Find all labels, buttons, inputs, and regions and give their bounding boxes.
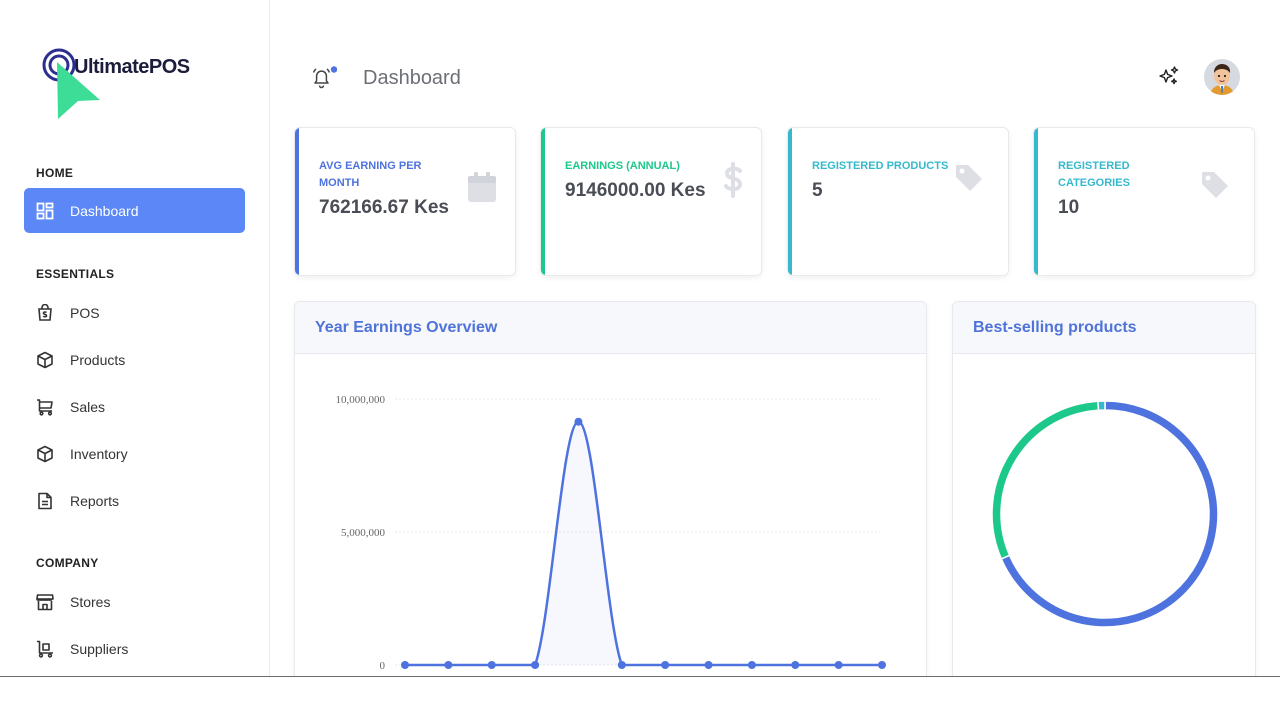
y-tick-label: 5,000,000 [341,527,386,539]
sidebar: UltimatePOS HOME Dashboard ESSENTIALS PO… [0,0,270,676]
sidebar-item-label: Reports [70,492,120,509]
series-line [405,420,882,667]
data-point[interactable] [704,661,713,669]
sidebar-item-reports[interactable]: Reports [24,478,245,523]
document-icon [36,492,54,510]
stat-value: 9146000.00 Kes [565,180,706,201]
panel-header: Best-selling products [953,302,1255,354]
area-fill [405,421,882,665]
best-selling-donut-chart [991,400,1219,628]
panel-header: Year Earnings Overview [295,302,926,354]
data-point[interactable] [487,661,496,669]
box-icon [36,351,54,369]
data-point[interactable] [834,661,843,669]
stat-card-registered-products: REGISTERED PRODUCTS 5 [787,127,1009,276]
data-point[interactable] [791,661,800,669]
data-point[interactable] [444,661,453,669]
data-point[interactable] [878,661,886,669]
stat-value: 5 [812,180,823,201]
stat-label: EARNINGS (ANNUAL) [565,160,680,172]
data-point[interactable] [401,661,409,669]
brand-name: UltimatePOS [74,56,190,78]
donut-slice[interactable] [1097,400,1106,412]
y-tick-label: 10,000,000 [336,394,386,406]
data-point[interactable] [661,661,670,669]
panel-title: Year Earnings Overview [315,318,498,336]
notification-bell-icon[interactable] [311,66,338,90]
sidebar-item-label: Suppliers [70,640,129,657]
window-bottom-edge [0,676,1280,677]
sidebar-item-suppliers[interactable]: Suppliers [24,626,245,671]
sidebar-item-label: Inventory [70,445,128,462]
stat-label: REGISTERED PRODUCTS [812,160,949,172]
sidebar-item-inventory[interactable]: Inventory [24,431,245,476]
sidebar-item-products[interactable]: Products [24,337,245,382]
pos-bag-icon [36,303,54,322]
y-tick-label: 0 [380,660,386,672]
stat-card-registered-categories: REGISTERED CATEGORIES 10 [1033,127,1255,276]
earnings-overview-panel: Year Earnings Overview 0 5,000,000 10,000,… [294,301,927,676]
section-company-heading: COMPANY [36,556,99,570]
stat-value: 10 [1058,197,1080,218]
donut-slice[interactable] [991,400,1100,560]
sidebar-item-label: Sales [70,398,106,415]
stat-card-avg-earning: AVG EARNING PER MONTH 762166.67 Kes [294,127,516,276]
best-selling-panel: Best-selling products [952,301,1256,676]
stat-value: 762166.67 Kes [319,197,449,218]
dashboard-icon [36,202,54,220]
store-icon [36,593,54,611]
brand-logo[interactable]: UltimatePOS [42,46,202,122]
tag-icon [956,165,982,191]
sidebar-item-stores[interactable]: Stores [24,579,245,624]
data-point[interactable] [747,661,756,669]
stat-label: AVG EARNING PER MONTH [319,160,422,189]
data-point[interactable] [531,661,540,669]
user-avatar[interactable] [1204,59,1240,95]
page-title: Dashboard [363,67,461,89]
sparkle-icon[interactable] [1157,65,1181,89]
sidebar-item-label: POS [70,304,100,321]
sidebar-item-label: Products [70,351,126,368]
earnings-area-chart: 0 5,000,000 10,000,000 [336,394,886,672]
section-home-heading: HOME [36,166,74,180]
sidebar-item-label: Dashboard [70,202,139,219]
box-icon [36,445,54,463]
section-essentials-heading: ESSENTIALS [36,267,115,281]
stat-label: REGISTERED CATEGORIES [1058,160,1130,189]
tag-icon [1202,172,1228,198]
sidebar-item-label: Stores [70,593,111,610]
sidebar-item-dashboard[interactable]: Dashboard [24,188,245,233]
app-window: UltimatePOS HOME Dashboard ESSENTIALS PO… [0,0,1280,676]
dollar-icon [724,162,743,198]
trolley-icon [36,640,54,658]
cart-icon [36,398,54,416]
stat-card-annual-earnings: EARNINGS (ANNUAL) 9146000.00 Kes [540,127,762,276]
panel-title: Best-selling products [973,318,1137,336]
data-point[interactable] [617,661,626,669]
sidebar-item-pos[interactable]: POS [24,290,245,335]
data-point[interactable] [574,417,583,426]
sidebar-item-sales[interactable]: Sales [24,384,245,429]
calendar-icon [468,172,496,202]
